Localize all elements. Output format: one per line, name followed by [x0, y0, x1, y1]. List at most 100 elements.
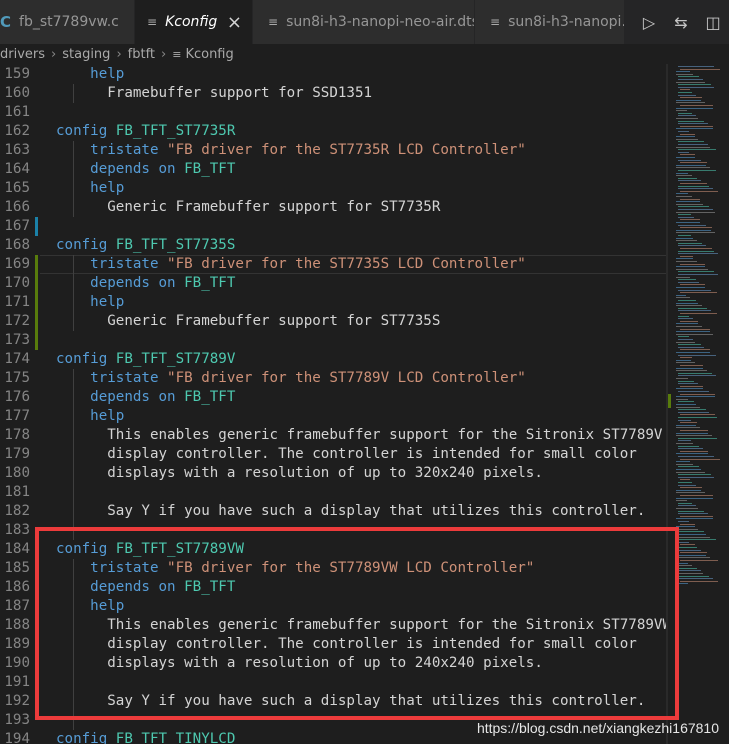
line-number: 170	[4, 275, 30, 291]
minimap-line	[680, 97, 702, 99]
minimap-line	[676, 81, 705, 83]
minimap-line	[676, 362, 696, 364]
minimap-line	[678, 307, 708, 309]
compare-changes-icon[interactable]: ⇆	[665, 13, 697, 32]
minimap-line	[678, 502, 693, 504]
code-line: 169 tristate "FB driver for the ST7735S …	[0, 255, 668, 274]
tab-kconfig[interactable]: ≡ Kconfig ×	[135, 0, 253, 44]
minimap-line	[678, 86, 715, 88]
minimap-line	[676, 500, 687, 502]
line-number: 189	[4, 636, 30, 652]
minimap-line	[680, 450, 709, 452]
line-number: 185	[4, 560, 30, 576]
token-txt: display controller. The controller is in…	[56, 446, 637, 462]
minimap-line	[678, 206, 710, 208]
line-number: 194	[4, 731, 30, 744]
minimap-line	[678, 216, 695, 218]
minimap-line	[676, 367, 703, 369]
minimap-line	[676, 359, 692, 361]
tab-sun8i-h3-nanopi-neo-air-dts[interactable]: ≡ sun8i-h3-nanopi-neo-air.dts	[253, 0, 475, 44]
minimap-line	[678, 185, 709, 187]
line-number: 179	[4, 446, 30, 462]
minimap-line	[678, 235, 691, 236]
code-text: help	[56, 179, 124, 198]
minimap-line	[676, 229, 712, 231]
minimap-slider[interactable]	[668, 394, 671, 408]
minimap-line	[678, 115, 697, 117]
code-line: 163 tristate "FB driver for the ST7735R …	[0, 141, 668, 160]
minimap-line	[678, 120, 704, 122]
minimap-line	[678, 274, 718, 275]
minimap-line	[676, 302, 698, 304]
minimap-line	[676, 102, 706, 104]
minimap-line	[676, 172, 688, 174]
minimap-line	[680, 263, 705, 265]
minimap-line	[680, 523, 695, 525]
code-line: 160 Framebuffer support for SSD1351	[0, 84, 668, 103]
minimap-line	[680, 458, 720, 460]
close-icon[interactable]: ×	[227, 12, 242, 33]
minimap-line	[676, 378, 688, 379]
minimap-line	[678, 79, 703, 80]
minimap-line	[680, 219, 701, 221]
file-lines-icon: ≡	[172, 47, 182, 61]
code-line: 168 config FB_TFT_ST7735S	[0, 236, 668, 255]
minimap-line	[676, 461, 690, 463]
tab-sun8i-h3-nanopi-dts[interactable]: ≡ sun8i-h3-nanopi.dts	[475, 0, 625, 44]
minimap-line	[680, 495, 713, 496]
minimap-line	[678, 372, 713, 374]
minimap-line	[678, 383, 698, 385]
minimap-line	[676, 99, 702, 101]
token-txt: Generic Framebuffer support for ST7735S	[56, 313, 441, 329]
breadcrumb-item-staging[interactable]: staging	[62, 47, 110, 62]
minimap-line	[676, 404, 696, 405]
minimap-line	[680, 385, 704, 387]
minimap-line	[680, 552, 707, 554]
minimap-line	[676, 164, 707, 166]
minimap-line	[678, 177, 698, 179]
breadcrumb-item-drivers[interactable]: drivers	[0, 47, 45, 62]
minimap-line	[678, 336, 690, 338]
minimap-line	[676, 73, 694, 75]
minimap-line	[676, 175, 692, 177]
minimap-line	[678, 300, 696, 301]
minimap-line	[680, 357, 692, 359]
minimap-line	[678, 188, 713, 190]
breadcrumb-item-kconfig[interactable]: Kconfig	[185, 47, 233, 62]
minimap-line	[676, 443, 693, 444]
tab-fb-st7789vw-c[interactable]: C fb_st7789vw.c	[0, 0, 135, 44]
run-icon[interactable]: ▷	[633, 13, 665, 32]
minimap-line	[678, 344, 701, 346]
tab-bar: C fb_st7789vw.c ≡ Kconfig × ≡ sun8i-h3-n…	[0, 0, 729, 44]
code-line: 175 tristate "FB driver for the ST7789V …	[0, 369, 668, 388]
code-line: 172 Generic Framebuffer support for ST77…	[0, 312, 668, 331]
minimap-line	[676, 435, 712, 437]
minimap-line	[680, 248, 712, 249]
line-number: 162	[4, 123, 30, 139]
minimap-line	[676, 518, 714, 520]
code-line: 179 display controller. The controller i…	[0, 445, 668, 464]
code-line: 181	[0, 483, 668, 502]
token-sym: FB_TFT_TINYLCD	[115, 731, 236, 744]
code-line: 166 Generic Framebuffer support for ST77…	[0, 198, 668, 217]
minimap-line	[676, 268, 709, 270]
minimap-line	[676, 266, 705, 268]
minimap-line	[676, 406, 700, 408]
token-sym: FB_TFT_ST7735S	[115, 237, 236, 253]
minimap-line	[676, 294, 687, 296]
minimap-line	[680, 313, 717, 314]
breadcrumb-item-fbtft[interactable]: fbtft	[128, 47, 155, 62]
file-lines-icon: ≡	[147, 15, 158, 29]
minimap-line	[678, 84, 711, 86]
split-editor-icon[interactable]: ◫	[697, 13, 729, 32]
line-number: 159	[4, 66, 30, 82]
line-number: 181	[4, 484, 30, 500]
chevron-right-icon: ›	[161, 46, 167, 62]
token-kw: depends on	[56, 161, 185, 177]
minimap-line	[678, 375, 717, 377]
minimap-line	[676, 497, 713, 499]
minimap-line	[680, 255, 694, 257]
token-sym: FB_TFT	[184, 275, 236, 291]
code-text: depends on FB_TFT	[56, 388, 235, 407]
minimap-line	[676, 136, 695, 138]
